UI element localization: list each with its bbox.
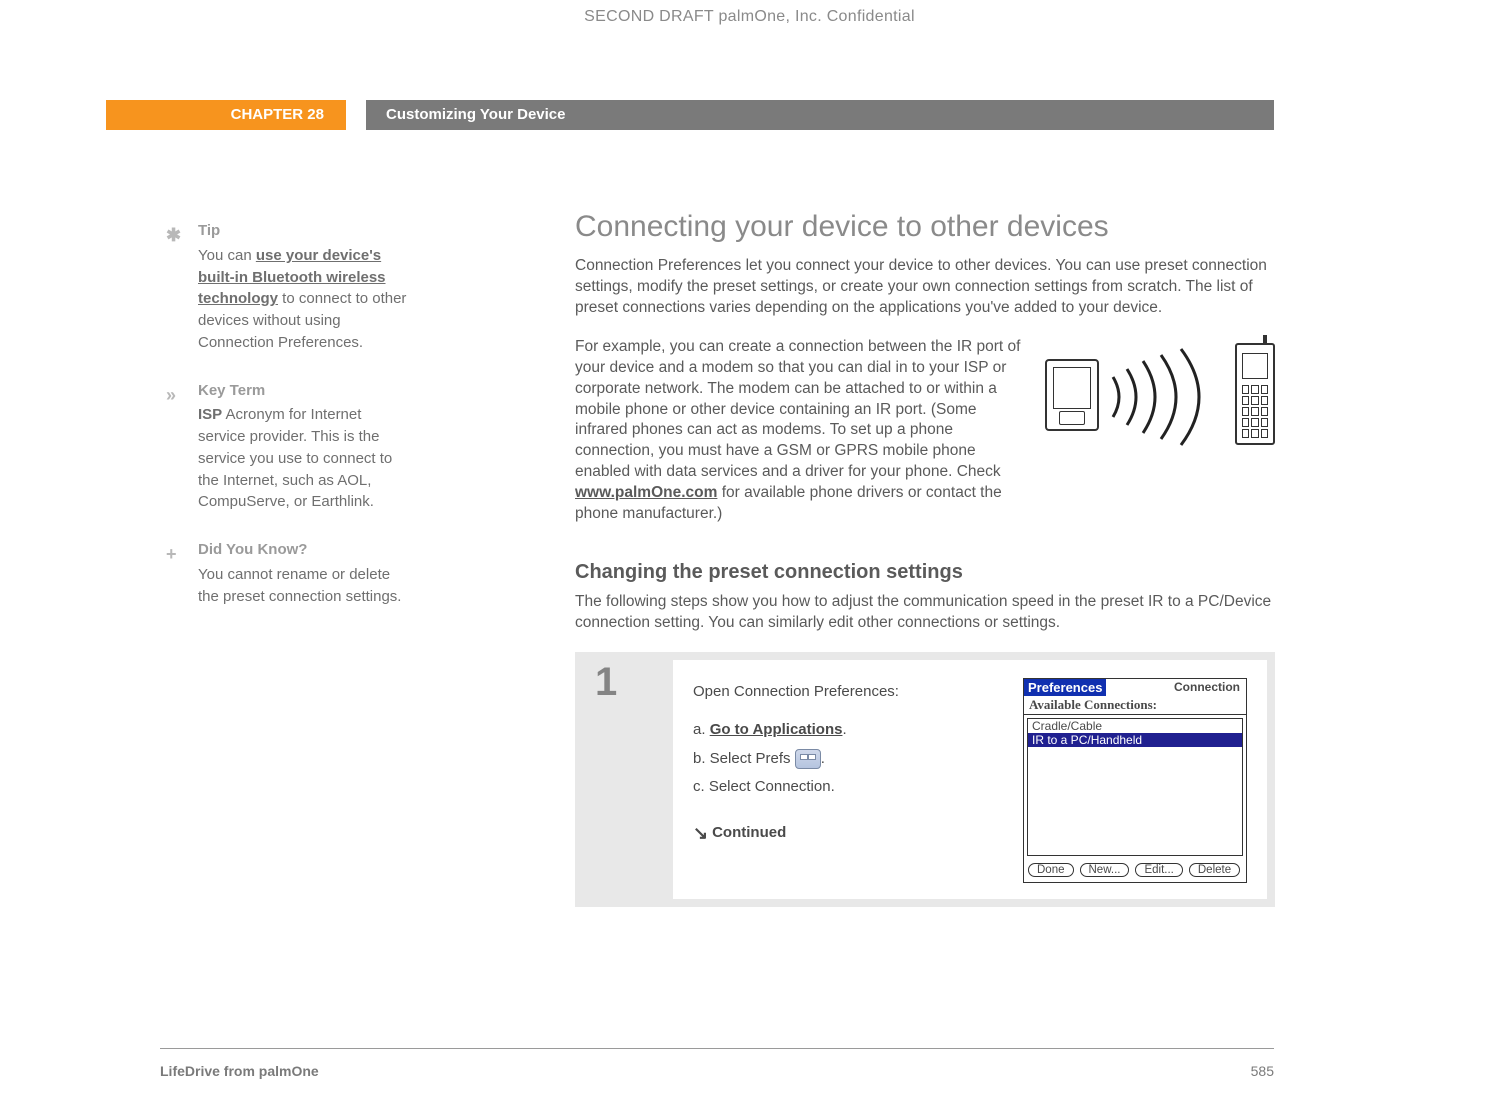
p2a: For example, you can create a connection…	[575, 338, 1020, 481]
mini-subtitle: Available Connections:	[1024, 696, 1246, 715]
go-to-applications-link[interactable]: Go to Applications	[710, 721, 843, 738]
page-footer: LifeDrive from palmOne 585	[160, 1063, 1274, 1079]
mini-button-row: Done New... Edit... Delete	[1024, 859, 1246, 882]
tip-block: ✱ Tip You can use your device's built-in…	[160, 220, 410, 354]
mini-title-left: Preferences	[1024, 679, 1106, 696]
delete-button[interactable]: Delete	[1189, 863, 1240, 877]
ir-waves-icon	[1103, 347, 1223, 447]
device-screenshot: Preferences Connection Available Connect…	[1023, 678, 1247, 883]
keyterm-body: ISP Acronym for Internet service provide…	[198, 404, 410, 513]
step-number: 1	[583, 660, 665, 899]
chapter-label: CHAPTER 28	[106, 100, 346, 130]
continued-arrow-icon: ↘	[693, 816, 708, 850]
intro-paragraph: Connection Preferences let you connect y…	[575, 256, 1275, 319]
sub-paragraph: The following steps show you how to adju…	[575, 592, 1275, 634]
example-paragraph: For example, you can create a connection…	[575, 337, 1025, 525]
tip-body: You can use your device's built-in Bluet…	[198, 245, 410, 354]
step-b-pre: b. Select Prefs	[693, 750, 795, 767]
page-heading: Connecting your device to other devices	[575, 210, 1275, 244]
mobile-phone-icon	[1235, 343, 1275, 445]
step-a: a. Go to Applications.	[693, 716, 993, 745]
keyterm-block: » Key Term ISP Acronym for Internet serv…	[160, 380, 410, 514]
palmone-link[interactable]: www.palmOne.com	[575, 484, 717, 501]
dyk-block: + Did You Know? You cannot rename or del…	[160, 539, 410, 607]
dyk-body: You cannot rename or delete the preset c…	[198, 564, 410, 608]
continued-label: ↘Continued	[693, 816, 993, 850]
asterisk-icon: ✱	[166, 222, 181, 248]
subheading: Changing the preset connection settings	[575, 561, 1275, 584]
step-body: Open Connection Preferences: a. Go to Ap…	[673, 660, 1267, 899]
mini-list-item-selected[interactable]: IR to a PC/Handheld	[1028, 733, 1242, 747]
ir-illustration	[1045, 337, 1275, 457]
tip-pre: You can	[198, 247, 256, 264]
step-b: b. Select Prefs .	[693, 745, 993, 774]
chevrons-icon: »	[166, 382, 176, 408]
example-row: For example, you can create a connection…	[575, 337, 1275, 543]
tip-head: Tip	[198, 220, 410, 242]
chapter-header: CHAPTER 28 Customizing Your Device	[106, 100, 1274, 130]
footer-page-number: 585	[1251, 1063, 1274, 1079]
sidebar: ✱ Tip You can use your device's built-in…	[160, 220, 410, 633]
step-b-post: .	[821, 750, 825, 767]
step-lead: Open Connection Preferences:	[693, 678, 993, 707]
mini-list: Cradle/Cable IR to a PC/Handheld	[1027, 718, 1243, 856]
prefs-icon	[795, 749, 821, 769]
header-gap	[346, 100, 366, 130]
chapter-title: Customizing Your Device	[366, 100, 1274, 130]
mini-list-item[interactable]: Cradle/Cable	[1028, 719, 1242, 733]
footer-brand: LifeDrive from palmOne	[160, 1063, 319, 1079]
continued-text: Continued	[712, 824, 786, 841]
done-button[interactable]: Done	[1028, 863, 1074, 877]
edit-button[interactable]: Edit...	[1135, 863, 1182, 877]
handheld-icon	[1045, 359, 1099, 431]
confidential-header: SECOND DRAFT palmOne, Inc. Confidential	[0, 8, 1499, 26]
step-box: 1 Open Connection Preferences: a. Go to …	[575, 652, 1275, 907]
plus-icon: +	[166, 541, 177, 567]
step-a-pre: a.	[693, 721, 710, 738]
keyterm-term: ISP	[198, 406, 222, 423]
new-button[interactable]: New...	[1080, 863, 1130, 877]
step-text: Open Connection Preferences: a. Go to Ap…	[693, 678, 993, 883]
mini-titlebar: Preferences Connection	[1024, 679, 1246, 696]
main-content: Connecting your device to other devices …	[575, 210, 1275, 907]
keyterm-def: Acronym for Internet service provider. T…	[198, 406, 392, 510]
mini-title-right: Connection	[1106, 679, 1246, 696]
dyk-head: Did You Know?	[198, 539, 410, 561]
footer-rule	[160, 1048, 1274, 1049]
step-c: c. Select Connection.	[693, 773, 993, 802]
keyterm-head: Key Term	[198, 380, 410, 402]
step-a-post: .	[842, 721, 846, 738]
